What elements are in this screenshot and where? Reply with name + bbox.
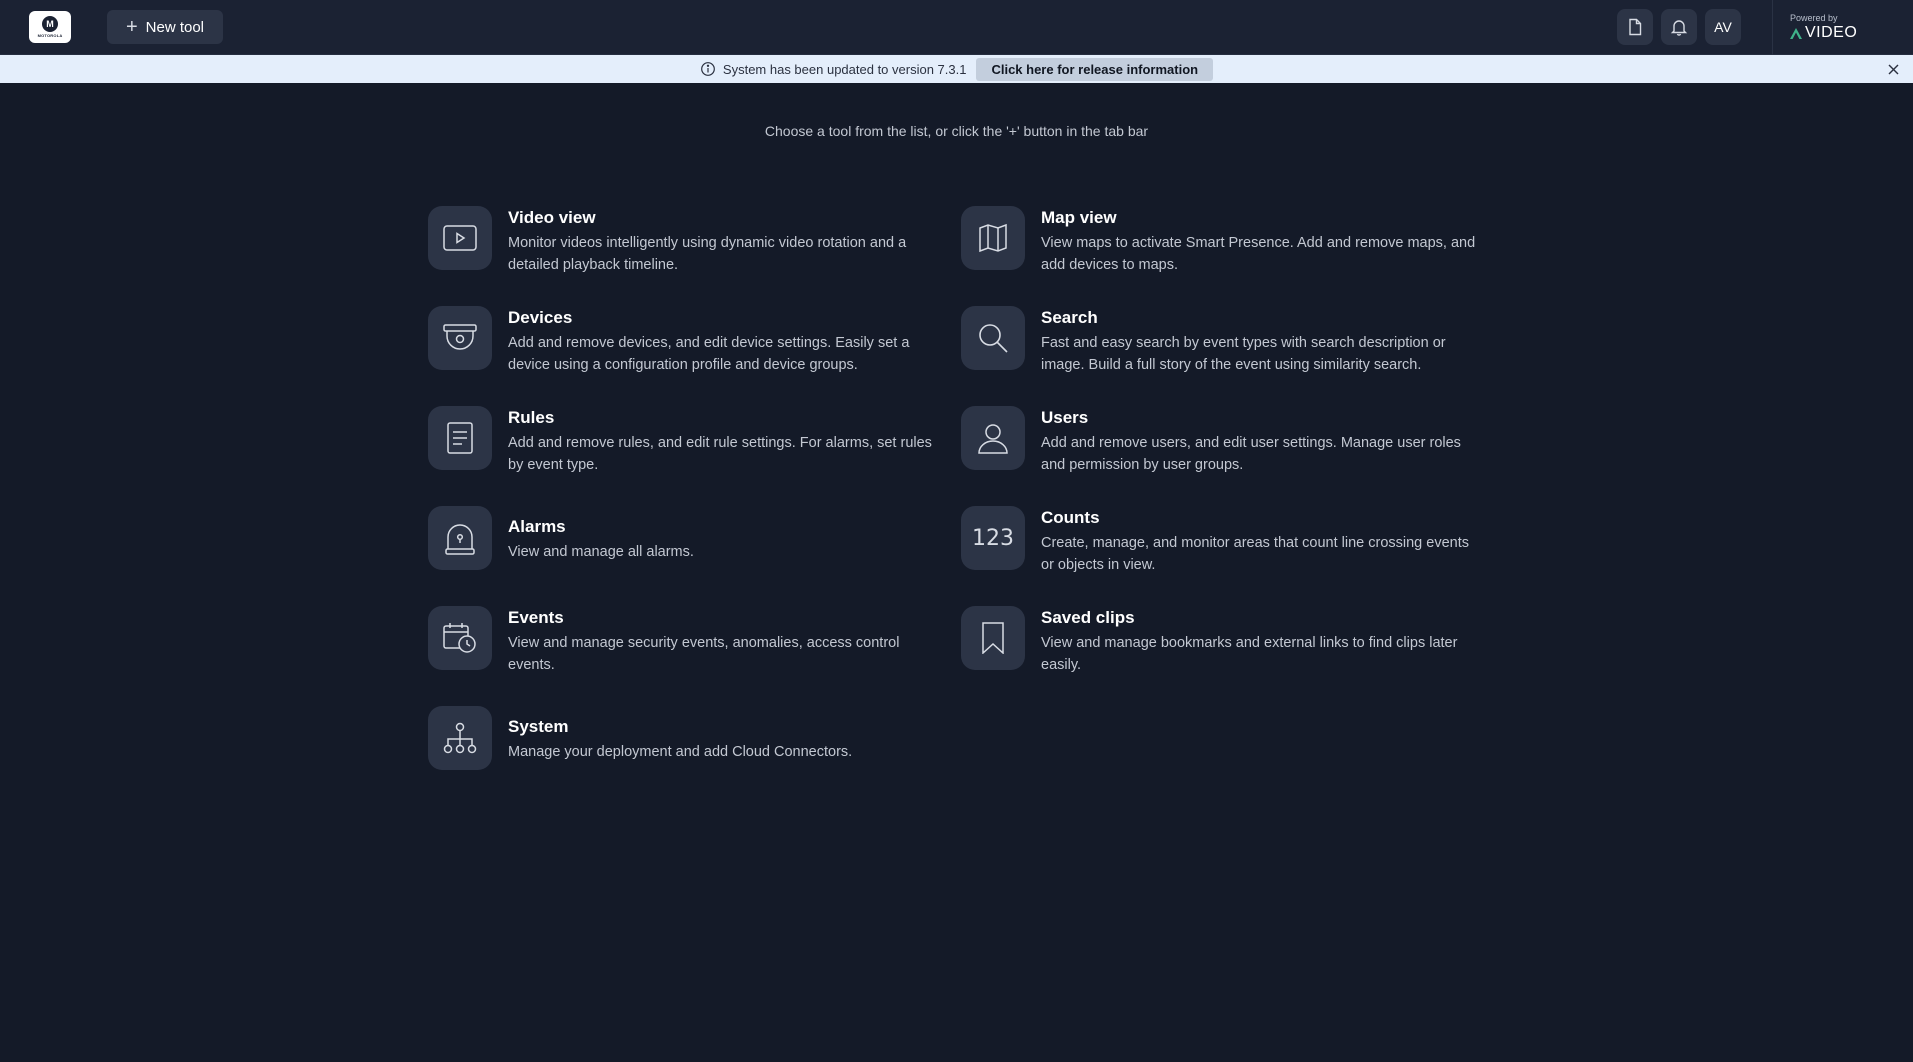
notifications-button[interactable]: [1661, 9, 1697, 45]
tool-icon-box: [428, 706, 492, 770]
tool-title: Alarms: [508, 517, 566, 536]
new-tool-button[interactable]: + New tool: [107, 10, 223, 44]
tool-icon-box: [428, 506, 492, 570]
top-bar: M MOTOROLA + New tool AV Powered by VIDE…: [0, 0, 1913, 55]
bookmark-icon: [982, 622, 1004, 654]
new-tool-label: New tool: [145, 18, 205, 36]
tool-video-view[interactable]: Video view Monitor videos intelligently …: [428, 206, 948, 278]
user-icon: [978, 424, 1008, 454]
tool-title: Video view: [508, 208, 596, 227]
tool-description: Fast and easy search by event types with…: [1041, 335, 1446, 373]
tool-icon-box: 123: [961, 506, 1025, 570]
tool-title: Saved clips: [1041, 608, 1135, 627]
rules-document-icon: [447, 422, 473, 454]
motorola-logo-mark: M: [42, 16, 58, 32]
avigilon-triangle-icon: [1790, 27, 1802, 39]
tool-icon-box: [428, 306, 492, 370]
map-icon: [979, 223, 1007, 253]
motorola-logo[interactable]: M MOTOROLA: [29, 11, 71, 43]
document-icon: [1629, 18, 1642, 36]
plus-icon: +: [125, 16, 138, 38]
video-play-icon: [443, 225, 477, 251]
tool-description: View maps to activate Smart Presence. Ad…: [1041, 235, 1476, 273]
brand-label: VIDEO: [1805, 24, 1858, 41]
tool-icon-box: [961, 306, 1025, 370]
tool-icon-box: [428, 606, 492, 670]
tool-users[interactable]: Users Add and remove users, and edit use…: [961, 406, 1481, 478]
tool-selection-hint: Choose a tool from the list, or click th…: [764, 123, 1149, 139]
update-banner: System has been updated to version 7.3.1…: [0, 55, 1913, 83]
tool-description: Add and remove devices, and edit device …: [508, 335, 910, 373]
dome-camera-icon: [443, 324, 477, 350]
documents-button[interactable]: [1617, 9, 1653, 45]
tool-title: Rules: [508, 408, 555, 427]
search-icon: [979, 324, 1008, 353]
alarm-icon: [445, 524, 475, 555]
tool-title: Search: [1041, 308, 1098, 327]
tool-description: View and manage all alarms.: [508, 544, 694, 560]
tool-description: View and manage security events, anomali…: [508, 635, 900, 673]
counts-123-icon: 123: [972, 525, 1014, 551]
tool-description: Manage your deployment and add Cloud Con…: [508, 744, 853, 760]
calendar-clock-icon: [443, 623, 476, 653]
brand-name: VIDEO: [1790, 24, 1913, 42]
tool-title: Events: [508, 608, 564, 627]
powered-by-label: Powered by: [1790, 13, 1838, 23]
tool-map-view[interactable]: Map view View maps to activate Smart Pre…: [961, 206, 1481, 278]
tool-description: Add and remove rules, and edit rule sett…: [508, 435, 932, 473]
tool-title: Counts: [1041, 508, 1100, 527]
tool-title: Users: [1041, 408, 1089, 427]
network-hierarchy-icon: [443, 722, 477, 754]
tool-rules[interactable]: Rules Add and remove rules, and edit rul…: [428, 406, 948, 478]
tool-description: Monitor videos intelligently using dynam…: [508, 235, 907, 273]
tool-description: Create, manage, and monitor areas that c…: [1041, 535, 1469, 573]
tool-search[interactable]: Search Fast and easy search by event typ…: [961, 306, 1481, 378]
tool-icon-box: [428, 406, 492, 470]
close-banner-button[interactable]: [1883, 59, 1903, 79]
info-icon: [701, 62, 715, 76]
avatar-initials: AV: [1714, 19, 1732, 35]
close-icon: [1888, 64, 1898, 74]
tool-title: System: [508, 717, 569, 736]
logo-wordmark: MOTOROLA: [37, 33, 63, 38]
tool-title: Devices: [508, 308, 573, 327]
tool-icon-box: [961, 406, 1025, 470]
tool-alarms[interactable]: Alarms View and manage all alarms.: [428, 506, 948, 578]
tool-devices[interactable]: Devices Add and remove devices, and edit…: [428, 306, 948, 378]
tool-description: Add and remove users, and edit user sett…: [1041, 435, 1461, 473]
tool-icon-box: [428, 206, 492, 270]
update-message: System has been updated to version 7.3.1: [722, 61, 967, 77]
tool-icon-box: [961, 206, 1025, 270]
tool-title: Map view: [1041, 208, 1117, 227]
tool-saved-clips[interactable]: Saved clips View and manage bookmarks an…: [961, 606, 1481, 678]
bell-icon: [1670, 20, 1688, 36]
tool-counts[interactable]: 123 Counts Create, manage, and monitor a…: [961, 506, 1481, 578]
release-info-button[interactable]: Click here for release information: [976, 57, 1214, 81]
tool-icon-box: [961, 606, 1025, 670]
tool-description: View and manage bookmarks and external l…: [1041, 635, 1458, 673]
powered-by-badge: Powered by VIDEO: [1772, 0, 1913, 55]
user-avatar-button[interactable]: AV: [1705, 9, 1741, 45]
tool-system[interactable]: System Manage your deployment and add Cl…: [428, 706, 948, 778]
tool-events[interactable]: Events View and manage security events, …: [428, 606, 948, 678]
